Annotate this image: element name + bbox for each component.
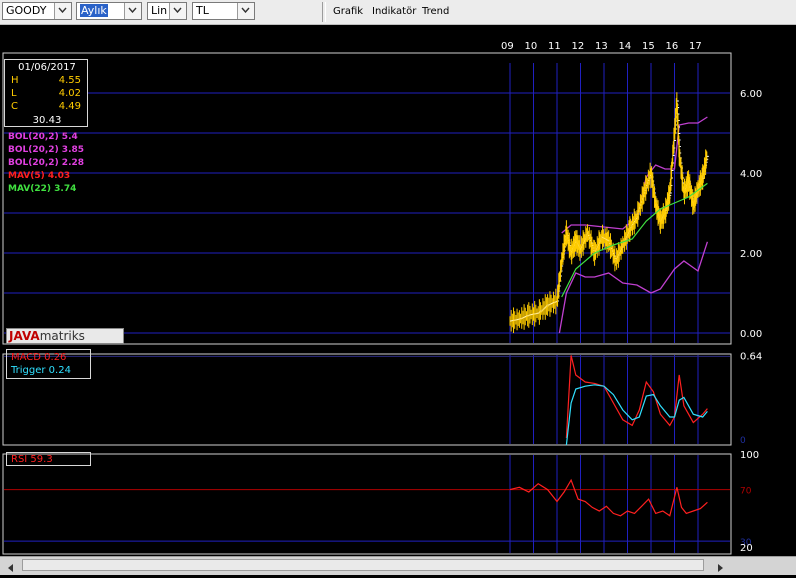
chevron-down-icon[interactable] — [124, 3, 141, 19]
price-axis-label: 0.00 — [740, 329, 762, 340]
legend-bol-middle[interactable]: BOL(20,2) 3.85 — [8, 145, 84, 155]
x-tick-label: 15 — [642, 41, 655, 52]
symbol-value: GOODY — [6, 4, 47, 17]
menu-grafik[interactable]: Grafik — [333, 6, 363, 17]
macd-line — [565, 355, 708, 439]
rsi-legend-box: RSI 59.3 — [6, 452, 91, 466]
x-tick-label: 09 — [501, 41, 514, 52]
macd-label: MACD 0.26 — [11, 352, 67, 363]
rsi-line — [509, 478, 708, 517]
scale-select[interactable]: Lin — [147, 2, 187, 20]
legend-mav22[interactable]: MAV(22) 3.74 — [8, 184, 76, 194]
macd-legend-box: MACD 0.26 Trigger 0.24 — [6, 349, 91, 379]
rsi-axis-label: 100 — [740, 450, 759, 461]
rsi-axis-label: 70 — [740, 487, 752, 497]
macd-panel-frame — [2, 353, 732, 446]
low-label: L — [11, 88, 17, 99]
trigger-label: Trigger 0.24 — [11, 365, 71, 376]
logo-matriks: matriks — [39, 329, 85, 343]
high-value: 4.55 — [58, 75, 81, 86]
close-label: C — [11, 101, 18, 112]
price-axis-label: 6.00 — [740, 89, 762, 100]
macd-axis-label: 0 — [740, 436, 746, 446]
chart-canvas[interactable]: 09 10 11 12 13 14 15 16 176.004.002.000.000.6401… — [0, 25, 796, 556]
symbol-select[interactable]: GOODY — [2, 2, 72, 20]
toolbar: GOODY Aylık Lin TL Grafik Indikatör Tren… — [0, 0, 796, 25]
chevron-down-icon[interactable] — [54, 3, 71, 19]
toolbar-divider — [325, 2, 326, 22]
price-panel-frame — [2, 52, 732, 345]
price-info-box: 01/06/2017 H 4.55 L 4.02 C 4.49 30.43 — [4, 59, 88, 127]
period-select[interactable]: Aylık — [76, 2, 142, 20]
x-tick-label: 11 — [548, 41, 561, 52]
rsi-panel-frame — [2, 453, 732, 555]
menu-trend[interactable]: Trend — [422, 6, 449, 17]
scale-value: Lin — [151, 4, 168, 17]
x-tick-label: 12 — [572, 41, 585, 52]
low-value: 4.02 — [58, 88, 81, 99]
price-axis-label: 4.00 — [740, 169, 762, 180]
javamatriks-logo: JAVAmatriks — [6, 328, 124, 344]
logo-java: JAVA — [9, 329, 40, 343]
scroll-thumb[interactable] — [22, 559, 704, 571]
arrow-right-icon — [718, 564, 723, 572]
chevron-down-icon[interactable] — [169, 3, 186, 19]
info-date: 01/06/2017 — [18, 62, 76, 73]
x-tick-label: 10 — [525, 41, 538, 52]
macd-axis-label: 0.64 — [740, 351, 762, 362]
price-axis-label: 2.00 — [740, 249, 762, 260]
menu-indikator[interactable]: Indikatör — [372, 6, 416, 17]
currency-value: TL — [196, 4, 209, 17]
x-tick-label: 16 — [666, 41, 679, 52]
legend-mav5[interactable]: MAV(5) 4.03 — [8, 171, 70, 181]
x-tick-label: 17 — [689, 41, 702, 52]
scroll-left-button[interactable] — [3, 559, 19, 572]
close-value: 4.49 — [58, 101, 81, 112]
volume-value: 30.43 — [32, 115, 62, 126]
period-value: Aylık — [80, 4, 108, 17]
scroll-right-button[interactable] — [712, 559, 728, 572]
legend-bol-lower[interactable]: BOL(20,2) 2.28 — [8, 158, 84, 168]
rsi-axis-label: 20 — [740, 543, 753, 554]
currency-select[interactable]: TL — [192, 2, 255, 20]
rsi-label: RSI 59.3 — [11, 454, 53, 465]
x-tick-label: 14 — [619, 41, 632, 52]
chevron-down-icon[interactable] — [237, 3, 254, 19]
toolbar-divider — [322, 2, 323, 22]
horizontal-scrollbar[interactable] — [0, 556, 796, 575]
high-label: H — [11, 75, 19, 86]
legend-bol-upper[interactable]: BOL(20,2) 5.4 — [8, 132, 78, 142]
x-tick-label: 13 — [595, 41, 608, 52]
arrow-left-icon — [8, 564, 13, 572]
